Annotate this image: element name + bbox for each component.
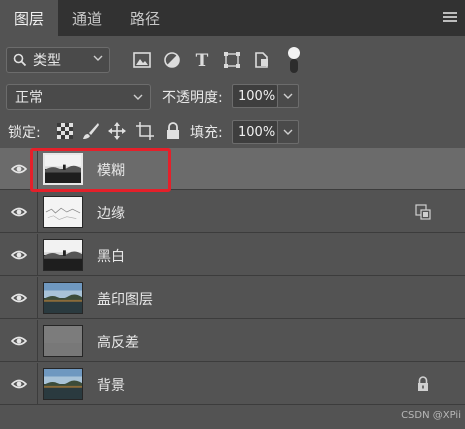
visibility-eye-icon[interactable] — [0, 320, 38, 362]
blend-mode-select[interactable]: 正常 — [6, 84, 151, 110]
adjustment-filter-icon[interactable] — [162, 50, 182, 70]
opacity-dropdown-button[interactable] — [277, 84, 299, 108]
layer-name[interactable]: 边缘 — [97, 203, 125, 223]
layer-row[interactable]: 高反差 — [0, 320, 465, 362]
layer-name[interactable]: 黑白 — [97, 246, 125, 266]
chevron-down-icon — [93, 55, 103, 61]
layer-row[interactable]: 边缘 — [0, 191, 465, 233]
lock-image-pixels-brush-icon[interactable] — [82, 122, 100, 140]
smart-object-filter-icon[interactable] — [252, 50, 272, 70]
tab-layers[interactable]: 图层 — [0, 0, 59, 36]
lock-label: 锁定: — [8, 125, 41, 141]
opacity-input[interactable]: 100% — [232, 84, 299, 108]
layer-name[interactable]: 背景 — [97, 375, 125, 395]
filter-kind-label: 类型 — [33, 53, 61, 69]
visibility-eye-icon[interactable] — [0, 191, 38, 233]
lock-icon — [415, 376, 431, 392]
opacity-label: 不透明度: — [162, 90, 223, 106]
lock-all-icon[interactable] — [164, 122, 182, 140]
filter-toggle[interactable] — [288, 47, 300, 73]
layer-thumbnail[interactable] — [43, 196, 83, 228]
svg-text:T: T — [196, 51, 209, 70]
fill-dropdown-button[interactable] — [277, 120, 299, 144]
visibility-eye-icon[interactable] — [0, 148, 38, 190]
layer-name[interactable]: 盖印图层 — [97, 289, 153, 309]
tab-paths[interactable]: 路径 — [116, 0, 174, 36]
smart-object-icon — [415, 204, 431, 220]
visibility-eye-icon[interactable] — [0, 277, 38, 319]
layer-thumbnail[interactable] — [43, 282, 83, 314]
layer-row[interactable]: 盖印图层 — [0, 277, 465, 319]
layer-row[interactable]: 黑白 — [0, 234, 465, 276]
visibility-eye-icon[interactable] — [0, 234, 38, 276]
fill-input[interactable]: 100% — [232, 120, 299, 144]
lock-artboard-icon[interactable] — [136, 122, 154, 140]
watermark: CSDN @XPii — [401, 410, 461, 421]
blend-mode-value: 正常 — [15, 90, 43, 106]
image-filter-icon[interactable] — [132, 50, 152, 70]
lock-position-move-icon[interactable] — [108, 122, 126, 140]
lock-transparent-pixels-icon[interactable] — [56, 122, 74, 140]
tab-channels[interactable]: 通道 — [58, 0, 116, 36]
layer-thumbnail[interactable] — [43, 153, 83, 185]
shape-filter-icon[interactable] — [222, 50, 242, 70]
layers-list: 模糊边缘黑白盖印图层高反差背景 — [0, 148, 465, 406]
visibility-eye-icon[interactable] — [0, 363, 38, 405]
layer-thumbnail[interactable] — [43, 325, 83, 357]
layer-row[interactable]: 背景 — [0, 363, 465, 405]
chevron-down-icon — [283, 93, 293, 99]
layer-name[interactable]: 模糊 — [97, 160, 125, 180]
layer-name[interactable]: 高反差 — [97, 332, 139, 352]
layer-row[interactable]: 模糊 — [0, 148, 465, 190]
chevron-down-icon — [133, 94, 143, 100]
panel-menu-icon[interactable] — [443, 12, 457, 24]
panel-footer: CSDN @XPii — [0, 406, 465, 429]
layer-thumbnail[interactable] — [43, 368, 83, 400]
filter-kind-select[interactable]: 类型 — [6, 47, 110, 73]
chevron-down-icon — [283, 129, 293, 135]
search-icon — [13, 53, 27, 67]
panel-tab-bar: 图层 通道 路径 — [0, 0, 465, 36]
type-filter-icon[interactable]: T — [192, 50, 212, 70]
fill-label: 填充: — [190, 125, 223, 141]
layer-thumbnail[interactable] — [43, 239, 83, 271]
